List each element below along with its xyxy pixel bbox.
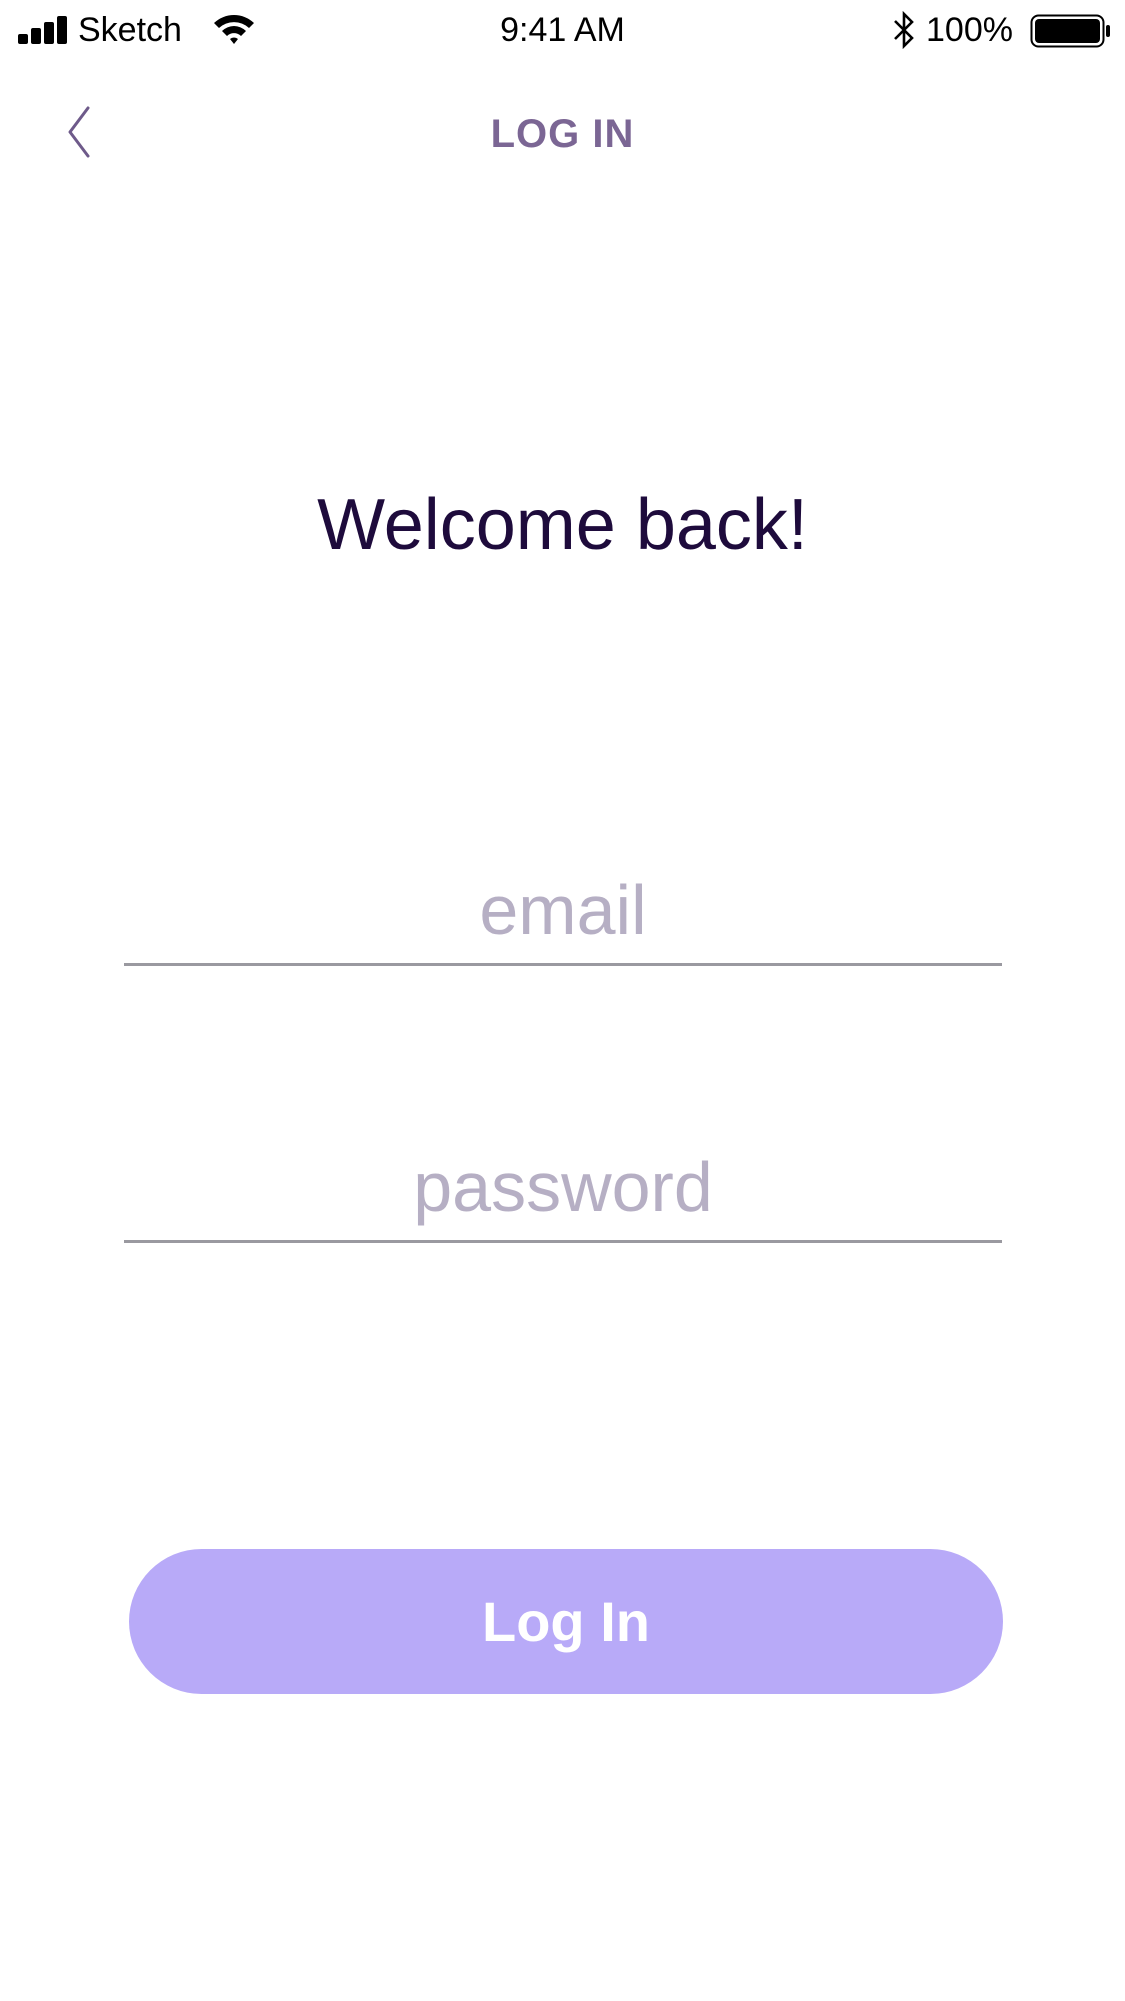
password-field[interactable] bbox=[124, 1133, 1002, 1243]
battery-icon bbox=[1030, 14, 1110, 48]
status-bar: Sketch 9:41 AM 100% bbox=[0, 0, 1125, 64]
page-title: LOG IN bbox=[490, 112, 635, 156]
login-button[interactable]: Log In bbox=[129, 1549, 1003, 1694]
bluetooth-icon bbox=[894, 11, 914, 49]
welcome-heading: Welcome back! bbox=[317, 485, 808, 565]
battery-percent: 100% bbox=[926, 11, 1013, 49]
email-field[interactable] bbox=[124, 856, 1002, 966]
